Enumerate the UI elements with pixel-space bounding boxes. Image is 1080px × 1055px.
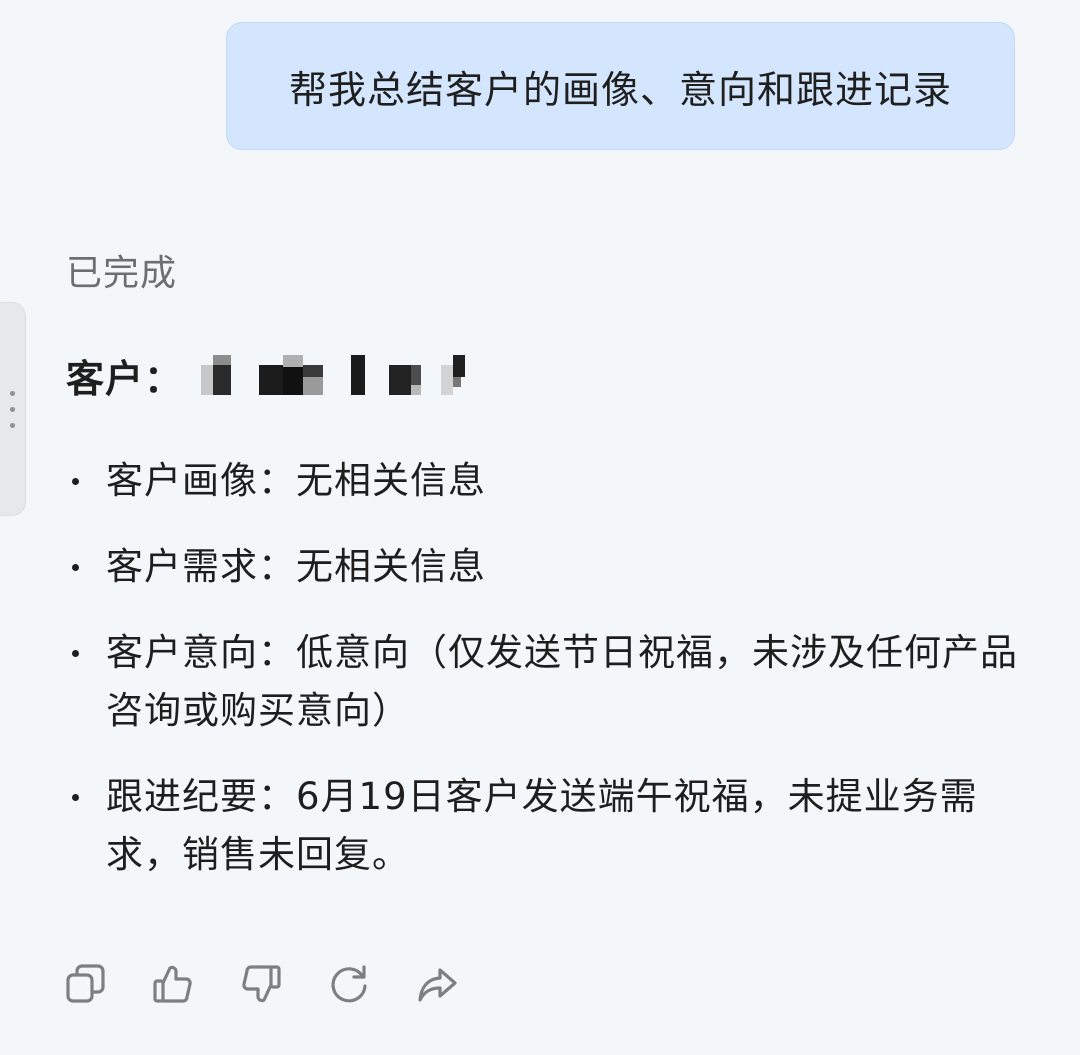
message-action-bar: [62, 958, 460, 1010]
user-message-text: 帮我总结客户的画像、意向和跟进记录: [288, 67, 952, 112]
dislike-button[interactable]: [238, 958, 284, 1010]
list-item-followup: 跟进纪要：6月19日客户发送端午祝福，未提业务需求，销售未回复。: [66, 768, 1026, 884]
user-message-bubble: 帮我总结客户的画像、意向和跟进记录: [226, 22, 1015, 150]
like-button[interactable]: [150, 958, 196, 1010]
list-item-text: 客户意向：低意向（仅发送节日祝福，未涉及任何产品咨询或购买意向）: [106, 631, 1018, 732]
bullet-icon: [72, 794, 79, 801]
copy-button[interactable]: [62, 958, 108, 1010]
list-item-text: 跟进纪要：6月19日客户发送端午祝福，未提业务需求，销售未回复。: [106, 775, 978, 876]
list-item-text: 客户画像：无相关信息: [106, 459, 486, 502]
thumbs-up-icon: [153, 965, 192, 1003]
bullet-icon: [72, 478, 79, 485]
customer-label: 客户：: [66, 356, 184, 401]
handle-dot-icon: [10, 391, 15, 396]
side-drawer-handle[interactable]: [0, 302, 26, 516]
handle-dot-icon: [10, 423, 15, 428]
thumbs-down-icon: [242, 965, 281, 1003]
list-item-intent: 客户意向：低意向（仅发送节日祝福，未涉及任何产品咨询或购买意向）: [66, 624, 1026, 740]
share-icon: [418, 968, 457, 1002]
customer-line: 客户：: [66, 350, 471, 401]
list-item-needs: 客户需求：无相关信息: [66, 538, 1026, 596]
bullet-icon: [72, 564, 79, 571]
share-button[interactable]: [414, 958, 460, 1010]
regenerate-icon: [331, 965, 367, 1003]
regenerate-button[interactable]: [326, 958, 372, 1010]
copy-icon: [66, 964, 105, 1003]
list-item-text: 客户需求：无相关信息: [106, 545, 486, 588]
list-item-profile: 客户画像：无相关信息: [66, 452, 1026, 510]
summary-list: 客户画像：无相关信息 客户需求：无相关信息 客户意向：低意向（仅发送节日祝福，未…: [66, 452, 1026, 912]
handle-dot-icon: [10, 407, 15, 412]
response-status: 已完成: [66, 253, 178, 294]
bullet-icon: [72, 650, 79, 657]
redacted-customer-name: [201, 355, 471, 395]
